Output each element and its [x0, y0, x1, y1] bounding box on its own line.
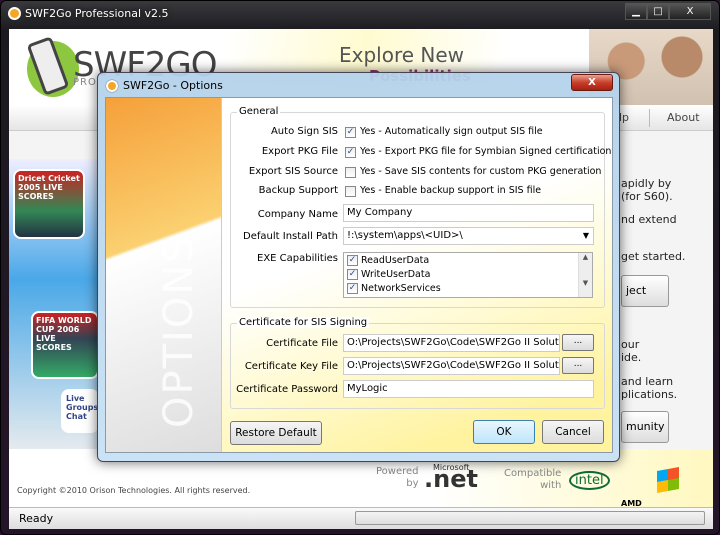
game-thumb[interactable]: Live Groups Chat — [61, 389, 99, 433]
cert-file-input[interactable]: O:\Projects\SWF2Go\Code\SWF2Go II Soluti… — [343, 334, 560, 352]
cert-key-browse-button[interactable]: ... — [562, 357, 594, 374]
ok-button[interactable]: OK — [473, 420, 535, 444]
game-sidebar: Dricet Cricket 2005 LIVE SCORES FIFA WOR… — [9, 159, 99, 459]
dialog-app-icon — [106, 80, 118, 92]
status-text: Ready — [19, 512, 54, 525]
intel-logo: intel — [569, 471, 610, 490]
nav-about[interactable]: About — [667, 111, 700, 124]
dialog-close-button[interactable]: X — [571, 74, 613, 91]
cert-key-input[interactable]: O:\Projects\SWF2Go\Code\SWF2Go II Soluti… — [343, 357, 560, 375]
status-bar: Ready — [9, 507, 713, 529]
dialog-body: OPTIONS General Auto Sign SIS ✓ Yes - Au… — [105, 97, 613, 453]
powered-by: Powered by — [376, 466, 419, 490]
compatible-with: Compatible with — [504, 468, 561, 492]
nav-help[interactable]: lp — [619, 111, 629, 124]
certificate-legend: Certificate for SIS Signing — [237, 317, 370, 328]
capability-item[interactable]: ✓ ReadUserData — [347, 255, 429, 266]
dotnet-logo: .net — [424, 465, 478, 493]
cancel-button[interactable]: Cancel — [542, 420, 604, 444]
app-icon — [8, 7, 21, 20]
progress-bar — [355, 511, 705, 525]
capability-checkbox[interactable]: ✓ — [347, 283, 358, 294]
export-sis-text[interactable]: Yes - Save SIS contents for custom PKG g… — [360, 166, 601, 177]
maximize-button[interactable]: □ — [647, 3, 669, 20]
chevron-down-icon[interactable]: ▼ — [583, 231, 589, 240]
install-path-value: !:\system\apps\<UID>\ — [347, 230, 463, 241]
community-button[interactable]: munity — [621, 411, 669, 443]
headline: Explore New — [339, 43, 465, 67]
options-side-panel: OPTIONS — [106, 98, 222, 452]
bg-text: nd extend — [621, 213, 677, 226]
scroll-down-icon[interactable]: ▼ — [579, 279, 592, 287]
amd-logo: AMD — [621, 499, 642, 507]
bg-text: apidly by — [621, 177, 672, 190]
backup-checkbox[interactable] — [345, 186, 356, 197]
capability-checkbox[interactable]: ✓ — [347, 255, 358, 266]
export-pkg-label: Export PKG File — [261, 146, 338, 157]
options-content: General Auto Sign SIS ✓ Yes - Automatica… — [222, 98, 612, 452]
company-label: Company Name — [257, 209, 338, 220]
list-scrollbar[interactable]: ▲ ▼ — [578, 253, 592, 297]
export-sis-checkbox[interactable] — [345, 167, 356, 178]
game-thumb[interactable]: Dricet Cricket 2005 LIVE SCORES — [13, 169, 85, 239]
with-label: with — [540, 480, 562, 491]
restore-default-button[interactable]: Restore Default — [230, 421, 322, 445]
bg-text: our — [621, 338, 640, 351]
capabilities-list[interactable]: ✓ ReadUserData ✓ WriteUserData ✓ NetworkSer… — [343, 252, 593, 298]
powered-label: Powered — [376, 466, 419, 477]
capability-checkbox[interactable]: ✓ — [347, 269, 358, 280]
general-legend: General — [237, 106, 281, 117]
cert-password-input[interactable]: MyLogic — [343, 380, 594, 398]
auto-sign-label: Auto Sign SIS — [270, 126, 338, 137]
backup-label: Backup Support — [258, 185, 338, 196]
bg-text: get started. — [621, 250, 686, 263]
auto-sign-text[interactable]: Yes - Automatically sign output SIS file — [360, 126, 543, 137]
export-pkg-text[interactable]: Yes - Export PKG file for Symbian Signed… — [360, 146, 611, 157]
nav-divider — [649, 109, 650, 127]
compatible-label: Compatible — [504, 468, 562, 479]
dialog-title: SWF2Go - Options — [123, 79, 223, 92]
logo-sub: PRO — [73, 77, 97, 88]
bg-text: plications. — [621, 388, 678, 401]
close-button[interactable]: X — [669, 3, 711, 20]
company-input[interactable]: My Company — [343, 204, 594, 222]
window-title: SWF2Go Professional v2.5 — [25, 7, 169, 20]
auto-sign-checkbox[interactable]: ✓ — [345, 127, 356, 138]
bg-text: (for S60). — [621, 190, 673, 203]
capability-label: ReadUserData — [361, 255, 430, 266]
bg-text: ide. — [621, 351, 642, 364]
copyright: Copyright ©2010 Orison Technologies. All… — [17, 486, 251, 495]
export-pkg-checkbox[interactable]: ✓ — [345, 147, 356, 158]
cert-file-label: Certificate File — [266, 338, 338, 349]
install-path-dropdown[interactable]: !:\system\apps\<UID>\ ▼ — [343, 227, 594, 245]
capability-label: WriteUserData — [361, 269, 431, 280]
options-dialog: SWF2Go - Options X OPTIONS General Auto … — [97, 72, 620, 462]
scroll-up-icon[interactable]: ▲ — [579, 253, 592, 261]
capabilities-label: EXE Capabilities — [257, 253, 338, 264]
capability-item[interactable]: ✓ WriteUserData — [347, 269, 430, 280]
game-thumb[interactable]: FIFA WORLD CUP 2006 LIVE SCORES — [31, 311, 99, 379]
capability-label: NetworkServices — [361, 283, 441, 294]
cert-key-label: Certificate Key File — [244, 361, 338, 372]
capability-item[interactable]: ✓ NetworkServices — [347, 283, 441, 294]
backup-text[interactable]: Yes - Enable backup support in SIS file — [360, 185, 541, 196]
windows-logo-icon — [657, 467, 679, 493]
install-path-label: Default Install Path — [243, 231, 338, 242]
minimize-button[interactable]: ▁ — [625, 3, 647, 20]
cert-password-label: Certificate Password — [236, 384, 338, 395]
cert-file-browse-button[interactable]: ... — [562, 334, 594, 351]
bg-text: and learn — [621, 375, 674, 388]
new-project-button[interactable]: ject — [621, 275, 669, 307]
export-sis-label: Export SIS Source — [248, 166, 338, 177]
by-label: by — [406, 478, 419, 489]
options-side-word: OPTIONS — [156, 235, 202, 428]
